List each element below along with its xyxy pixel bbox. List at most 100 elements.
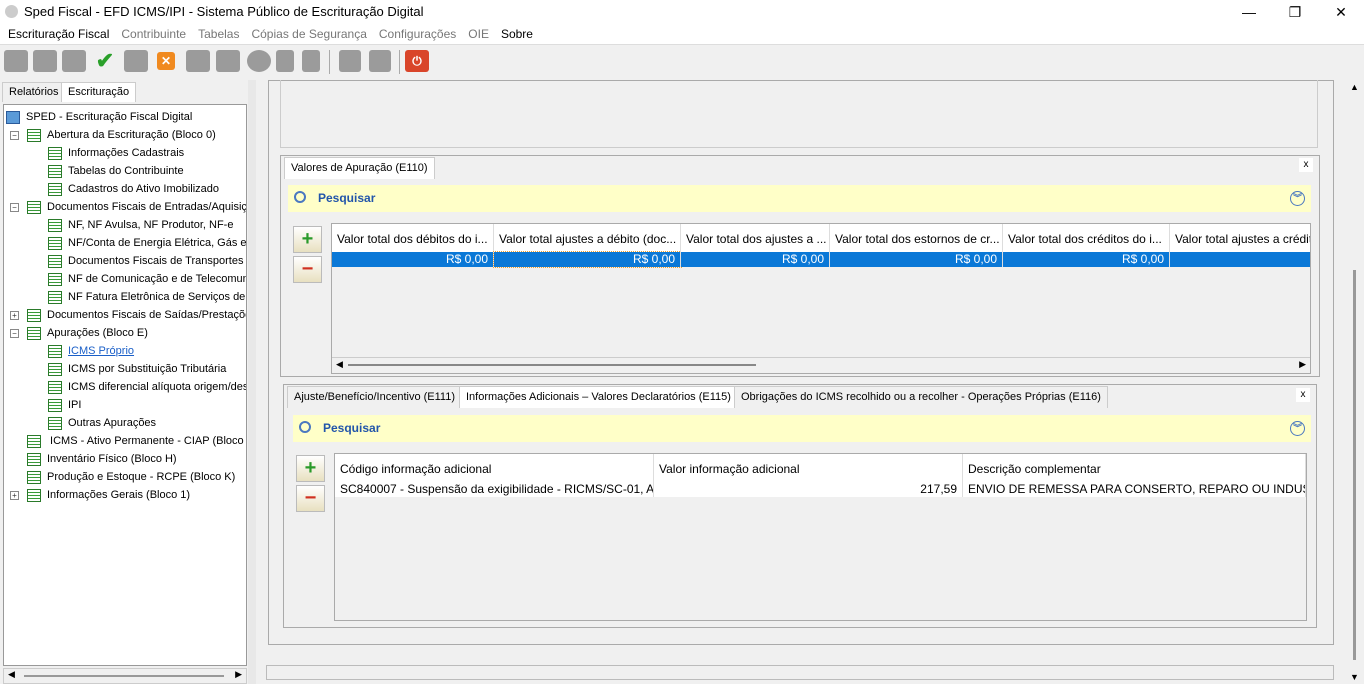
sign-icon[interactable] — [186, 50, 210, 72]
tree-item[interactable]: Outras Apurações — [48, 414, 156, 432]
column-header[interactable]: Valor total dos débitos do i... — [332, 224, 494, 252]
column-header[interactable]: Valor total dos ajustes a ... — [681, 224, 830, 252]
search-bar[interactable]: Pesquisar ︾ — [293, 415, 1311, 442]
maximize-button[interactable]: ❐ — [1272, 0, 1318, 24]
remove-button[interactable]: − — [293, 256, 322, 283]
expand-icon[interactable]: + — [10, 490, 19, 500]
register-icon — [48, 290, 62, 304]
tree-horizontal-scrollbar[interactable]: ◀ ▶ — [3, 668, 247, 684]
delete-icon[interactable]: ✕ — [157, 52, 175, 70]
tree-item[interactable]: IPI — [48, 396, 81, 414]
add-button[interactable]: + — [293, 226, 322, 253]
main-vertical-scrollbar[interactable]: ▲ ▼ — [1346, 80, 1364, 684]
column-header[interactable]: Valor total ajustes a crédit — [1170, 224, 1310, 252]
column-header[interactable]: Valor total dos estornos de cr... — [830, 224, 1003, 252]
new-document-icon[interactable] — [4, 50, 28, 72]
column-header[interactable]: Valor total ajustes a débito (doc... — [494, 224, 681, 252]
close-icon[interactable]: x — [1299, 158, 1313, 172]
tree-item[interactable]: NF de Comunicação e de Telecomunicação — [48, 270, 246, 288]
table-cell[interactable]: ENVIO DE REMESSA PARA CONSERTO, REPARO O… — [963, 482, 1306, 497]
column-header[interactable]: Descrição complementar — [963, 454, 1306, 482]
menu-tabelas[interactable]: Tabelas — [192, 24, 245, 41]
tree-item[interactable]: − Documentos Fiscais de Entradas/Aquisiçõ… — [10, 198, 246, 216]
expand-chevron-icon[interactable]: ︾ — [1290, 191, 1305, 206]
search-bar[interactable]: Pesquisar ︾ — [288, 185, 1311, 212]
table-cell[interactable]: R$ 0,00 — [830, 252, 1003, 267]
shield-icon[interactable] — [302, 50, 320, 72]
collapse-icon[interactable]: − — [10, 328, 19, 338]
menu-contribuinte[interactable]: Contribuinte — [115, 24, 192, 41]
tree-item[interactable]: Tabelas do Contribuinte — [48, 162, 184, 180]
minimize-button[interactable]: — — [1226, 0, 1272, 24]
table-cell[interactable] — [1170, 252, 1310, 267]
tree-item[interactable]: + Informações Gerais (Bloco 1) — [10, 486, 190, 504]
close-icon[interactable]: x — [1296, 388, 1310, 402]
tree-item[interactable]: ICMS diferencial alíquota origem/destino — [48, 378, 246, 396]
tab-e110[interactable]: Valores de Apuração (E110) — [284, 157, 435, 179]
table-cell[interactable]: 217,59 — [654, 482, 963, 497]
save-as-icon[interactable] — [369, 50, 391, 72]
scroll-thumb[interactable] — [24, 675, 224, 677]
tab-escrituracao[interactable]: Escrituração — [61, 82, 137, 102]
tree-root[interactable]: SPED - Escrituração Fiscal Digital — [6, 108, 192, 126]
tree-item[interactable]: Produção e Estoque - RCPE (Bloco K) — [10, 468, 235, 486]
tab-e116[interactable]: Obrigações do ICMS recolhido ou a recolh… — [734, 386, 1108, 408]
tree-item-label: Documentos Fiscais de Saídas/Prestações — [47, 309, 247, 321]
remove-button[interactable]: − — [296, 485, 325, 512]
panel-splitter[interactable] — [248, 80, 256, 684]
scroll-right-icon[interactable]: ▶ — [1299, 359, 1306, 370]
tab-e111[interactable]: Ajuste/Benefício/Incentivo (E111) — [287, 386, 463, 408]
collapse-icon[interactable]: − — [10, 202, 19, 212]
tree-item[interactable]: NF/Conta de Energia Elétrica, Gás e Água — [48, 234, 246, 252]
import-icon[interactable] — [33, 50, 57, 72]
tree-item[interactable]: − Abertura da Escrituração (Bloco 0) — [10, 126, 216, 144]
register-icon — [27, 470, 41, 484]
tree-item[interactable]: Informações Cadastrais — [48, 144, 184, 162]
column-header[interactable]: Valor informação adicional — [654, 454, 963, 482]
receipt-icon[interactable] — [276, 50, 294, 72]
tree-item[interactable]: NF Fatura Eletrônica de Serviços de — [48, 288, 245, 306]
close-button[interactable]: ✕ — [1318, 0, 1364, 24]
tree-item[interactable]: Inventário Físico (Bloco H) — [10, 450, 177, 468]
main-horizontal-scrollbar[interactable] — [266, 665, 1334, 680]
tab-relatorios[interactable]: Relatórios — [2, 82, 66, 102]
menu-configuracoes[interactable]: Configurações — [373, 24, 462, 41]
table-cell[interactable]: R$ 0,00 — [493, 251, 682, 268]
menu-copias-seguranca[interactable]: Cópias de Segurança — [245, 24, 372, 41]
save-icon[interactable] — [339, 50, 361, 72]
table-cell[interactable]: R$ 0,00 — [681, 252, 830, 267]
tree-item[interactable]: − Apurações (Bloco E) — [10, 324, 148, 342]
table-cell[interactable]: R$ 0,00 — [332, 252, 494, 267]
grid-horizontal-scrollbar[interactable]: ◀ ▶ — [332, 357, 1310, 373]
collapse-icon[interactable]: − — [10, 130, 19, 140]
power-exit-icon[interactable]: ⏻ — [405, 50, 429, 72]
tree-item[interactable]: Documentos Fiscais de Transportes — [48, 252, 243, 270]
tree-item[interactable]: ICMS - Ativo Permanente - CIAP (Bloco G) — [10, 432, 246, 450]
globe-icon[interactable] — [247, 50, 271, 72]
column-header[interactable]: Código informação adicional — [335, 454, 654, 482]
open-folder-icon[interactable] — [62, 50, 86, 72]
table-cell[interactable]: R$ 0,00 — [1003, 252, 1170, 267]
export-icon[interactable] — [124, 50, 148, 72]
scroll-thumb[interactable] — [1353, 270, 1356, 660]
scroll-up-icon[interactable]: ▲ — [1350, 82, 1359, 92]
menu-escrituracao-fiscal[interactable]: Escrituração Fiscal — [2, 24, 115, 41]
tab-e115[interactable]: Informações Adicionais – Valores Declara… — [459, 386, 738, 408]
table-cell[interactable]: SC840007 - Suspensão da exigibilidade - … — [335, 482, 654, 497]
expand-chevron-icon[interactable]: ︾ — [1290, 421, 1305, 436]
tree-item[interactable]: NF, NF Avulsa, NF Produtor, NF-e — [48, 216, 233, 234]
tree-item[interactable]: Cadastros do Ativo Imobilizado — [48, 180, 219, 198]
validate-check-icon[interactable]: ✔ — [93, 50, 117, 72]
column-header[interactable]: Valor total dos créditos do i... — [1003, 224, 1170, 252]
add-button[interactable]: + — [296, 455, 325, 482]
scroll-down-icon[interactable]: ▼ — [1350, 672, 1359, 682]
tree-item[interactable]: ICMS por Substituição Tributária — [48, 360, 226, 378]
expand-icon[interactable]: + — [10, 310, 19, 320]
menu-sobre[interactable]: Sobre — [495, 24, 539, 41]
scroll-thumb[interactable] — [348, 364, 756, 366]
remove-signature-icon[interactable] — [216, 50, 240, 72]
tree-item[interactable]: ICMS Próprio — [48, 342, 134, 360]
menu-oie[interactable]: OIE — [462, 24, 495, 41]
scroll-left-icon[interactable]: ◀ — [336, 359, 343, 370]
tree-item[interactable]: + Documentos Fiscais de Saídas/Prestações — [10, 306, 247, 324]
